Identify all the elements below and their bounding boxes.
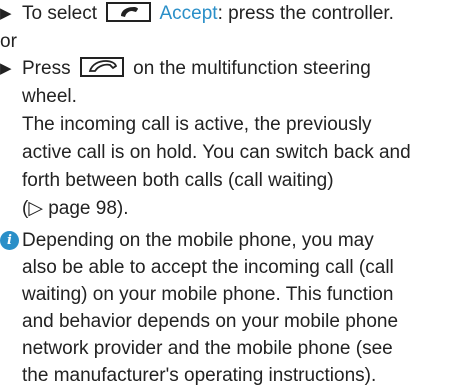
phone-receiver-key-icon [79, 56, 124, 77]
or-separator: or [0, 31, 17, 52]
instruction-step-select-accept: ▶ To select Accept: press the controller… [0, 0, 463, 28]
instruction-step-press-key: ▶ Press on the multifunction steering wh… [0, 55, 463, 223]
note-line: also be able to accept the incoming call… [22, 257, 394, 278]
step2-result-line: active call is on hold. You can switch b… [22, 142, 411, 163]
page-reference: (▷ page 98). [22, 198, 129, 219]
phone-receiver-key-icon [106, 1, 152, 22]
step2-line2: wheel. [22, 86, 77, 107]
step2-result-line: forth between both calls (call waiting) [22, 170, 334, 191]
step1-line: To select Accept: press the controller. [22, 0, 463, 28]
accept-softkey-label: Accept [159, 3, 218, 24]
note-line: and behavior depends on your mobile phon… [22, 311, 399, 332]
step2-result-line: The incoming call is active, the previou… [22, 114, 372, 135]
step-arrow-bullet: ▶ [0, 5, 12, 22]
step2-line1: Press on the multifunction steering [22, 55, 463, 83]
step1-prefix: To select [22, 3, 97, 24]
step2-suffix: on the multifunction steering [133, 58, 371, 79]
note-line: network provider and the mobile phone (s… [22, 338, 393, 359]
step2-prefix: Press [22, 58, 71, 79]
manual-page: ▶ To select Accept: press the controller… [0, 0, 463, 386]
note-line: the manufacturer's operating instruction… [22, 365, 377, 386]
step1-suffix: : press the controller. [217, 3, 394, 24]
step-arrow-bullet: ▶ [0, 60, 12, 77]
info-note: i Depending on the mobile phone, you may… [0, 227, 463, 389]
note-line: waiting) on your mobile phone. This func… [22, 284, 394, 305]
info-icon: i [0, 231, 19, 250]
note-line: Depending on the mobile phone, you may [22, 230, 374, 251]
